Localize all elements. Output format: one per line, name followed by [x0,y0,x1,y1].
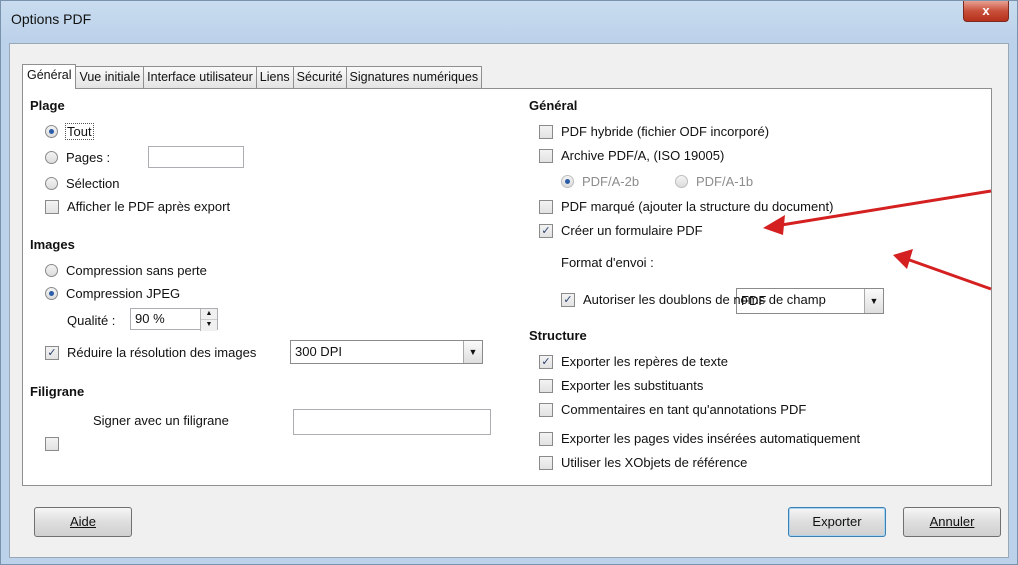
checkbox-hybride-box[interactable] [539,124,553,139]
exporter-label: Exporter [812,514,862,529]
filigrane-input[interactable] [293,409,491,435]
radio-pdfa1b-button [675,175,688,188]
checkbox-commentaires[interactable]: Commentaires en tant qu'annotations PDF [539,402,806,417]
radio-pdfa2b-label: PDF/A-2b [582,174,640,189]
checkbox-commentaires-label: Commentaires en tant qu'annotations PDF [561,402,807,417]
structure-heading: Structure [529,328,587,343]
tab-liens[interactable]: Liens [255,66,294,88]
checkbox-doublons-box[interactable]: ✓ [561,292,575,307]
dpi-value: 300 DPI [295,344,342,359]
radio-selection-label: Sélection [66,176,120,191]
window-title: Options PDF [11,11,92,27]
radio-selection[interactable]: Sélection [45,176,119,191]
tab-securite[interactable]: Sécurité [292,66,347,88]
radio-tout-button[interactable] [45,125,58,138]
radio-pages-label: Pages : [66,150,111,165]
annuler-button[interactable]: Annuler [903,507,1001,537]
annotation-arrow-line-2 [900,255,992,291]
tab-general[interactable]: Général [22,64,77,89]
checkbox-substituants-label: Exporter les substituants [561,378,704,393]
radio-pdfa2b-button [561,175,574,188]
dpi-select[interactable]: 300 DPI ▼ [290,340,483,364]
tab-vue-initiale[interactable]: Vue initiale [75,66,145,88]
checkbox-formulaire-label: Créer un formulaire PDF [561,223,703,238]
checkbox-reperes-box[interactable]: ✓ [539,354,553,369]
annotation-arrowhead-2 [893,249,913,269]
images-heading: Images [30,237,75,252]
checkbox-xobjets-label: Utiliser les XObjets de référence [561,455,748,470]
format-envoi-label: Format d'envoi : [561,255,654,270]
checkbox-hybride[interactable]: PDF hybride (fichier ODF incorporé) [539,124,769,139]
radio-sans-perte-button[interactable] [45,264,58,277]
tab-bar: Général Vue initiale Interface utilisate… [22,64,483,89]
radio-pdfa1b: PDF/A-1b [675,174,753,189]
radio-sans-perte-label: Compression sans perte [66,263,207,278]
checkbox-filigrane-label: Signer avec un filigrane [93,413,229,428]
pages-input[interactable] [148,146,244,168]
tab-signatures-numeriques[interactable]: Signatures numériques [345,66,483,88]
dialog-client-area: Général Vue initiale Interface utilisate… [9,43,1009,558]
radio-jpeg-label: Compression JPEG [66,286,181,301]
radio-pdfa1b-label: PDF/A-1b [696,174,754,189]
checkbox-pages-vides[interactable]: Exporter les pages vides insérées automa… [539,431,860,446]
chevron-down-icon[interactable]: ▼ [463,341,482,363]
checkbox-archive-label: Archive PDF/A, (ISO 19005) [561,148,725,163]
qualite-spinbox[interactable]: 90 % ▲ ▼ [130,308,218,331]
checkbox-filigrane-box[interactable] [45,437,59,451]
radio-pages[interactable]: Pages : [45,150,110,165]
checkbox-marque-box[interactable] [539,199,553,214]
tab-interface-utilisateur[interactable]: Interface utilisateur [143,66,257,88]
checkbox-afficher-pdf-label: Afficher le PDF après export [67,199,231,214]
plage-heading: Plage [30,98,65,113]
checkbox-afficher-pdf-box[interactable] [45,199,59,214]
qualite-value: 90 % [135,311,165,326]
radio-jpeg-button[interactable] [45,287,58,300]
filigrane-heading: Filigrane [30,384,85,399]
radio-pages-button[interactable] [45,151,58,164]
radio-tout[interactable]: Tout [45,123,94,140]
checkbox-reduire-box[interactable]: ✓ [45,345,59,360]
checkbox-substituants-box[interactable] [539,378,553,393]
qualite-label: Qualité : [67,313,116,328]
checkbox-archive[interactable]: Archive PDF/A, (ISO 19005) [539,148,724,163]
checkbox-commentaires-box[interactable] [539,402,553,417]
annuler-label: Annuler [929,514,975,529]
general-tab-panel: Plage Tout Pages : Sélection Afficher le… [22,88,992,486]
qualite-spin-buttons[interactable]: ▲ ▼ [200,309,217,331]
radio-selection-button[interactable] [45,177,58,190]
checkbox-substituants[interactable]: Exporter les substituants [539,378,703,393]
checkbox-reperes-label: Exporter les repères de texte [561,354,728,369]
checkbox-formulaire-box[interactable]: ✓ [539,223,553,238]
spin-down-icon[interactable]: ▼ [201,320,217,330]
general-heading: Général [529,98,578,113]
checkbox-archive-box[interactable] [539,148,553,163]
annotation-arrowhead-1 [763,215,785,235]
annotation-arrow-line-1 [768,189,992,229]
checkbox-afficher-pdf[interactable]: Afficher le PDF après export [45,199,230,214]
options-pdf-dialog: Options PDF x Général Vue initiale Inter… [0,0,1018,565]
checkbox-reduire[interactable]: ✓ Réduire la résolution des images [45,345,256,360]
radio-jpeg[interactable]: Compression JPEG [45,286,180,301]
radio-pdfa2b: PDF/A-2b [561,174,639,189]
checkbox-formulaire[interactable]: ✓ Créer un formulaire PDF [539,223,703,238]
spin-up-icon[interactable]: ▲ [201,309,217,320]
close-button[interactable]: x [963,1,1009,22]
aide-label: Aide [69,514,97,529]
checkbox-pages-vides-box[interactable] [539,431,553,446]
radio-sans-perte[interactable]: Compression sans perte [45,263,207,278]
exporter-button[interactable]: Exporter [788,507,886,537]
radio-tout-label: Tout [65,123,94,140]
checkbox-xobjets-box[interactable] [539,455,553,470]
title-bar[interactable]: Options PDF x [1,1,1017,43]
checkbox-xobjets[interactable]: Utiliser les XObjets de référence [539,455,747,470]
checkbox-reduire-label: Réduire la résolution des images [67,345,257,360]
checkbox-reperes[interactable]: ✓ Exporter les repères de texte [539,354,728,369]
checkbox-pages-vides-label: Exporter les pages vides insérées automa… [561,431,861,446]
aide-button[interactable]: Aide [34,507,132,537]
checkbox-hybride-label: PDF hybride (fichier ODF incorporé) [561,124,770,139]
annotation-arrows [763,189,992,291]
